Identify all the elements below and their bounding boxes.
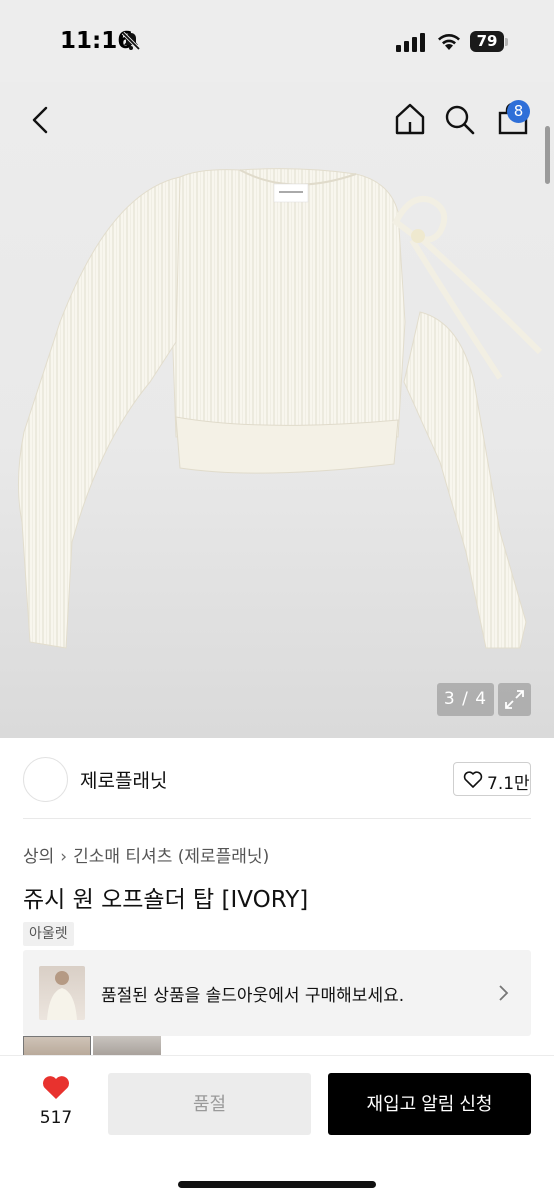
wish-count: 517 xyxy=(39,1108,73,1128)
battery-tip xyxy=(505,38,508,46)
search-icon[interactable] xyxy=(444,104,476,136)
brand-like-button[interactable]: 7.1만 xyxy=(453,762,531,796)
breadcrumb-item-category[interactable]: 상의 xyxy=(23,842,54,867)
cellular-signal-icon xyxy=(396,33,425,52)
soldout-button: 품절 xyxy=(108,1073,311,1135)
cart-count-badge: 8 xyxy=(507,100,530,123)
image-counter: 3 / 4 xyxy=(437,683,494,716)
home-indicator xyxy=(178,1181,376,1188)
home-icon[interactable] xyxy=(394,102,426,136)
review-thumbnail[interactable] xyxy=(93,1036,161,1056)
wifi-icon xyxy=(438,34,460,50)
breadcrumb-item-subcategory[interactable]: 긴소매 티셔츠 (제로플래닛) xyxy=(73,842,269,867)
status-bar: 11:16 79 xyxy=(0,0,554,82)
back-button[interactable] xyxy=(26,104,54,136)
product-image xyxy=(17,168,543,649)
divider xyxy=(23,818,531,819)
brand-logo[interactable] xyxy=(23,757,68,802)
outlet-tag: 아울렛 xyxy=(23,922,74,946)
banner-thumbnail xyxy=(39,966,85,1020)
battery-indicator: 79 xyxy=(470,31,504,52)
bell-slash-icon xyxy=(121,31,141,51)
review-thumbnail[interactable] xyxy=(23,1036,91,1056)
brand-like-count: 7.1만 xyxy=(487,774,530,794)
banner-text: 품절된 상품을 솔드아웃에서 구매해보세요. xyxy=(101,986,405,1006)
brand-name[interactable]: 제로플래닛 xyxy=(80,766,167,793)
breadcrumb: 상의 › 긴소매 티셔츠 (제로플래닛) xyxy=(23,842,269,867)
chevron-right-icon: › xyxy=(60,847,68,867)
product-title: 쥬시 원 오프숄더 탑 [IVORY] xyxy=(23,887,309,913)
heart-outline-icon xyxy=(463,771,483,788)
scroll-indicator xyxy=(545,126,550,184)
chevron-right-icon xyxy=(499,985,509,1001)
expand-icon[interactable] xyxy=(498,683,531,716)
restock-alert-button[interactable]: 재입고 알림 신청 xyxy=(328,1073,531,1135)
heart-filled-icon[interactable] xyxy=(41,1074,71,1101)
soldout-promo-banner[interactable]: 품절된 상품을 솔드아웃에서 구매해보세요. xyxy=(23,950,531,1036)
